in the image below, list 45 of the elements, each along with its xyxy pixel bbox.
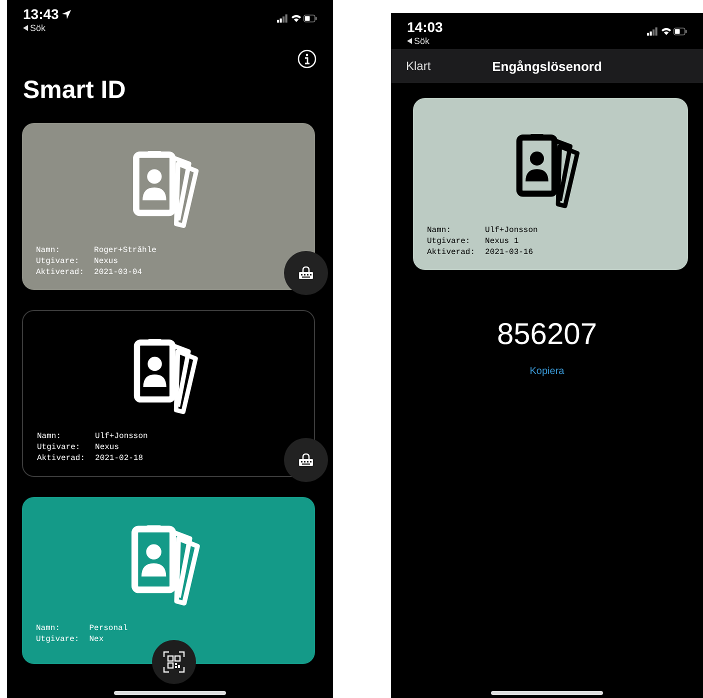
id-card[interactable]: Namn: Personal Utgivare: Nex (22, 497, 315, 664)
keyboard-lock-icon (298, 266, 314, 280)
field-label: Utgivare: (36, 634, 80, 645)
status-icons (277, 14, 317, 23)
field-value: Nexus 1 (485, 236, 520, 247)
back-link[interactable]: Sök (30, 23, 46, 33)
status-time: 14:03 (407, 19, 443, 35)
field-value: Nex (89, 634, 105, 645)
field-label: Namn: (36, 623, 62, 634)
copy-link[interactable]: Kopiera (530, 366, 564, 377)
id-card[interactable]: Namn: Ulf+Jonsson Utgivare: Nexus 1 Aktiverad: 2021-03-16 (413, 98, 688, 270)
keyboard-lock-icon (298, 453, 314, 467)
done-button[interactable]: Klart (406, 59, 431, 73)
status-icons (647, 27, 687, 36)
field-value: 2021-03-04 (94, 267, 144, 278)
id-card[interactable]: Namn: Ulf+Jonsson Utgivare: Nexus Aktiverad: 2021-02-18 (22, 310, 315, 477)
qr-scan-icon (163, 651, 185, 673)
field-label: Namn: (36, 245, 62, 256)
field-value: Nexus (94, 256, 120, 267)
field-label: Aktiverad: (427, 247, 476, 258)
back-arrow-icon[interactable] (23, 25, 28, 31)
field-value: 2021-03-16 (485, 247, 534, 258)
field-value: Nexus (95, 442, 120, 453)
one-time-code: 856207 (496, 318, 598, 352)
keyboard-lock-button[interactable] (284, 438, 328, 482)
field-value: Ulf+Jonsson (95, 431, 148, 442)
field-label: Namn: (427, 225, 452, 236)
keyboard-lock-button[interactable] (284, 251, 328, 295)
field-value: Ulf+Jonsson (485, 225, 538, 236)
field-label: Namn: (37, 431, 62, 442)
field-label: Utgivare: (37, 442, 82, 453)
back-link[interactable]: Sök (414, 36, 430, 46)
field-label: Aktiverad: (36, 267, 84, 278)
field-label: Aktiverad: (37, 453, 86, 464)
page-title: Smart ID (23, 76, 127, 105)
back-arrow-icon[interactable] (407, 38, 412, 44)
qr-scan-button[interactable] (152, 640, 196, 684)
field-label: Utgivare: (427, 236, 472, 247)
field-label: Utgivare: (36, 256, 80, 267)
field-value: Roger+Stråhle (94, 245, 156, 256)
nav-title: Engångslösenord (492, 58, 602, 74)
field-value: Personal (89, 623, 128, 634)
field-value: 2021-02-18 (95, 453, 144, 464)
status-time: 13:43 (23, 6, 59, 22)
info-icon[interactable] (297, 49, 317, 69)
